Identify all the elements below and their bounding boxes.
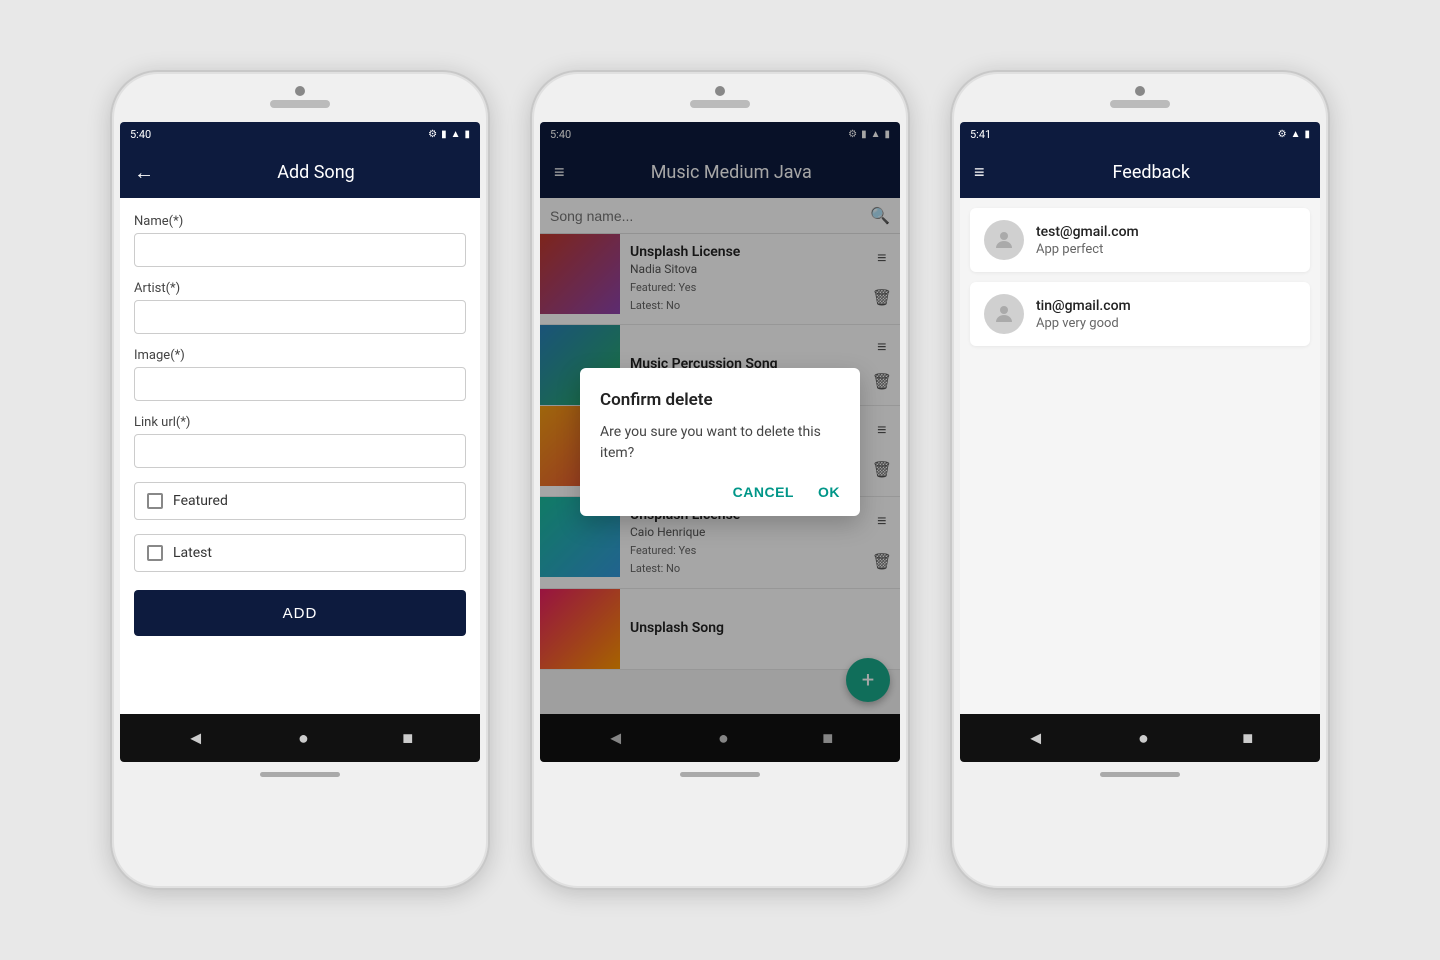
wifi-icon-1: ▲: [451, 129, 461, 140]
speaker-2: [690, 100, 750, 108]
image-label: Image(*): [134, 348, 466, 363]
phone-top-1: [122, 86, 478, 114]
home-nav-btn-1[interactable]: ●: [298, 728, 309, 749]
recent-nav-btn-3[interactable]: ■: [1242, 728, 1253, 749]
latest-label: Latest: [173, 545, 212, 561]
feedback-list: test@gmail.com App perfect tin@gmail.com…: [960, 198, 1320, 714]
link-label: Link url(*): [134, 415, 466, 430]
phone-bottom-3: [962, 772, 1318, 777]
phone-top-2: [542, 86, 898, 114]
phone-bottom-2: [542, 772, 898, 777]
featured-label: Featured: [173, 493, 228, 509]
camera-3: [1135, 86, 1145, 96]
page-title-1: Add Song: [166, 162, 466, 183]
form-content: Name(*) Artist(*) Image(*) Link url(*) F…: [120, 198, 480, 714]
image-input[interactable]: [134, 367, 466, 401]
camera-2: [715, 86, 725, 96]
app-bar-1: ← Add Song: [120, 146, 480, 198]
speaker-1: [270, 100, 330, 108]
avatar-2: [984, 294, 1024, 334]
battery-icon-3: ▮: [1304, 129, 1310, 140]
signal-icon-1: ▮: [441, 129, 447, 140]
bottom-nav-3: ◄ ● ■: [960, 714, 1320, 762]
settings-icon-1: ⚙: [428, 129, 437, 140]
screen-2: 5:40 ⚙ ▮ ▲ ▮ ≡ Music Medium Java 🔍 Un: [540, 122, 900, 762]
link-field-group: Link url(*): [134, 415, 466, 468]
back-nav-btn-1[interactable]: ◄: [187, 728, 205, 749]
cancel-button[interactable]: CANCEL: [733, 484, 794, 500]
settings-icon-3: ⚙: [1278, 129, 1287, 140]
battery-icon-1: ▮: [464, 129, 470, 140]
app-bar-3: ≡ Feedback: [960, 146, 1320, 198]
home-nav-btn-3[interactable]: ●: [1138, 728, 1149, 749]
featured-checkbox-row[interactable]: Featured: [134, 482, 466, 520]
artist-input[interactable]: [134, 300, 466, 334]
name-input[interactable]: [134, 233, 466, 267]
latest-checkbox-row[interactable]: Latest: [134, 534, 466, 572]
confirm-delete-dialog: Confirm delete Are you sure you want to …: [580, 368, 860, 516]
add-song-phone: 5:40 ⚙ ▮ ▲ ▮ ← Add Song Name(*) Artist(*…: [110, 70, 490, 890]
time-1: 5:40: [130, 128, 151, 141]
name-label: Name(*): [134, 214, 466, 229]
feedback-text-2: tin@gmail.com App very good: [1036, 298, 1131, 331]
ok-button[interactable]: OK: [818, 484, 840, 500]
feedback-item-2: tin@gmail.com App very good: [970, 282, 1310, 346]
recent-nav-btn-1[interactable]: ■: [402, 728, 413, 749]
feedback-msg-1: App perfect: [1036, 242, 1139, 257]
featured-checkbox[interactable]: [147, 493, 163, 509]
screen-1: 5:40 ⚙ ▮ ▲ ▮ ← Add Song Name(*) Artist(*…: [120, 122, 480, 762]
feedback-item-1: test@gmail.com App perfect: [970, 208, 1310, 272]
phone-top-3: [962, 86, 1318, 114]
name-field-group: Name(*): [134, 214, 466, 267]
home-indicator-2: [680, 772, 760, 777]
music-list-phone: 5:40 ⚙ ▮ ▲ ▮ ≡ Music Medium Java 🔍 Un: [530, 70, 910, 890]
status-icons-1: ⚙ ▮ ▲ ▮: [428, 129, 470, 140]
add-button[interactable]: ADD: [134, 590, 466, 636]
dialog-actions: CANCEL OK: [600, 484, 840, 500]
camera-1: [295, 86, 305, 96]
avatar-1: [984, 220, 1024, 260]
feedback-phone: 5:41 ⚙ ▲ ▮ ≡ Feedback tes: [950, 70, 1330, 890]
image-field-group: Image(*): [134, 348, 466, 401]
screen-3: 5:41 ⚙ ▲ ▮ ≡ Feedback tes: [960, 122, 1320, 762]
artist-label: Artist(*): [134, 281, 466, 296]
home-indicator-1: [260, 772, 340, 777]
status-bar-1: 5:40 ⚙ ▮ ▲ ▮: [120, 122, 480, 146]
menu-icon-3[interactable]: ≡: [974, 162, 985, 183]
artist-field-group: Artist(*): [134, 281, 466, 334]
back-button[interactable]: ←: [134, 160, 154, 185]
home-indicator-3: [1100, 772, 1180, 777]
status-bar-3: 5:41 ⚙ ▲ ▮: [960, 122, 1320, 146]
dialog-title: Confirm delete: [600, 390, 840, 410]
phone-bottom-1: [122, 772, 478, 777]
link-input[interactable]: [134, 434, 466, 468]
dialog-message: Are you sure you want to delete this ite…: [600, 422, 840, 464]
feedback-email-1: test@gmail.com: [1036, 224, 1139, 240]
page-title-3: Feedback: [997, 162, 1306, 183]
speaker-3: [1110, 100, 1170, 108]
back-nav-btn-3[interactable]: ◄: [1027, 728, 1045, 749]
feedback-msg-2: App very good: [1036, 316, 1131, 331]
latest-checkbox[interactable]: [147, 545, 163, 561]
feedback-text-1: test@gmail.com App perfect: [1036, 224, 1139, 257]
status-icons-3: ⚙ ▲ ▮: [1278, 129, 1310, 140]
feedback-email-2: tin@gmail.com: [1036, 298, 1131, 314]
time-3: 5:41: [970, 128, 991, 141]
bottom-nav-1: ◄ ● ■: [120, 714, 480, 762]
wifi-icon-3: ▲: [1291, 129, 1301, 140]
dialog-overlay: Confirm delete Are you sure you want to …: [540, 122, 900, 762]
